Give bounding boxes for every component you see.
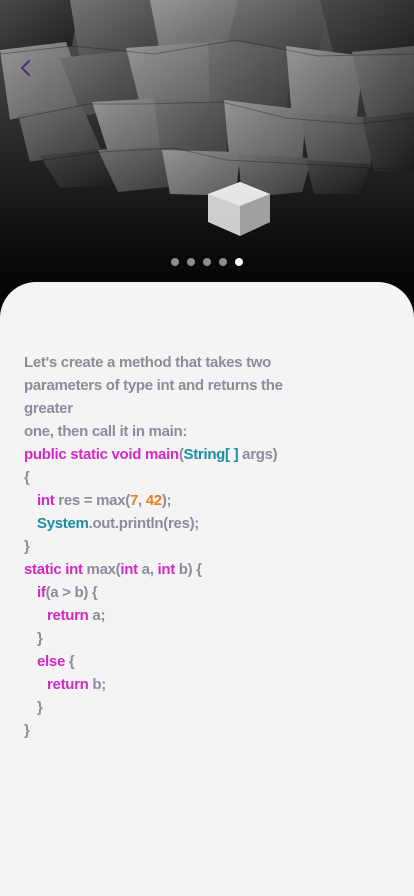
- code-line: {: [24, 466, 390, 489]
- code-line: int res = max(7, 42);: [24, 489, 390, 512]
- code-token: if: [37, 584, 46, 601]
- lesson-intro: Let's create a method that takes two par…: [24, 351, 324, 443]
- page-indicator: [0, 258, 414, 266]
- code-line: }: [24, 535, 390, 558]
- code-line: if(a > b) {: [24, 581, 390, 604]
- code-token: max(: [82, 561, 121, 578]
- code-token: {: [65, 653, 75, 670]
- lesson-screen: Let's create a method that takes two par…: [0, 0, 414, 896]
- code-token: int: [157, 561, 175, 578]
- page-dot[interactable]: [171, 258, 179, 266]
- code-line: else {: [24, 650, 390, 673]
- code-token: .out.println(res);: [88, 515, 200, 532]
- code-line: System.out.println(res);: [24, 512, 390, 535]
- code-token: ,: [138, 492, 146, 509]
- back-button[interactable]: [12, 54, 40, 82]
- code-token: b;: [88, 676, 106, 693]
- code-block: public static void main(String[ ] args) {…: [24, 443, 390, 742]
- code-token: }: [24, 722, 30, 739]
- code-token: args): [238, 446, 278, 463]
- code-line: public static void main(String[ ] args): [24, 443, 390, 466]
- code-token: int: [120, 561, 138, 578]
- code-token: return: [47, 676, 89, 693]
- code-token: else: [37, 653, 65, 670]
- code-token: a;: [88, 607, 106, 624]
- code-token: }: [37, 630, 43, 647]
- code-line: return b;: [24, 673, 390, 696]
- code-token: int: [37, 492, 55, 509]
- code-token: }: [37, 699, 43, 716]
- abstract-cubes-image: [0, 0, 414, 330]
- code-token: b) {: [174, 561, 202, 578]
- chevron-left-icon: [21, 60, 30, 76]
- intro-line: one, then call it in main:: [24, 423, 188, 440]
- code-line: static int max(int a, int b) {: [24, 558, 390, 581]
- code-token: public static void main: [24, 446, 179, 463]
- code-token: res = max(: [54, 492, 130, 509]
- code-token: System: [37, 515, 89, 532]
- page-dot-active[interactable]: [235, 258, 243, 266]
- code-token: 42: [145, 492, 162, 509]
- page-dot[interactable]: [219, 258, 227, 266]
- code-token: }: [24, 538, 30, 555]
- code-token: {: [24, 469, 30, 486]
- page-dot[interactable]: [187, 258, 195, 266]
- hero-image: [0, 0, 414, 330]
- code-token: return: [47, 607, 89, 624]
- code-token: 7: [129, 492, 138, 509]
- lesson-content: Let's create a method that takes two par…: [24, 351, 390, 742]
- code-line: return a;: [24, 604, 390, 627]
- code-line: }: [24, 696, 390, 719]
- intro-line: Let's create a method that takes two: [24, 354, 272, 371]
- code-token: );: [161, 492, 172, 509]
- page-dot[interactable]: [203, 258, 211, 266]
- code-token: a,: [137, 561, 158, 578]
- code-line: }: [24, 627, 390, 650]
- code-token: static int: [24, 561, 83, 578]
- intro-line: parameters of type int and returns the g…: [24, 377, 283, 417]
- code-line: }: [24, 719, 390, 742]
- code-token: (a > b) {: [45, 584, 98, 601]
- code-token: String[ ]: [183, 446, 239, 463]
